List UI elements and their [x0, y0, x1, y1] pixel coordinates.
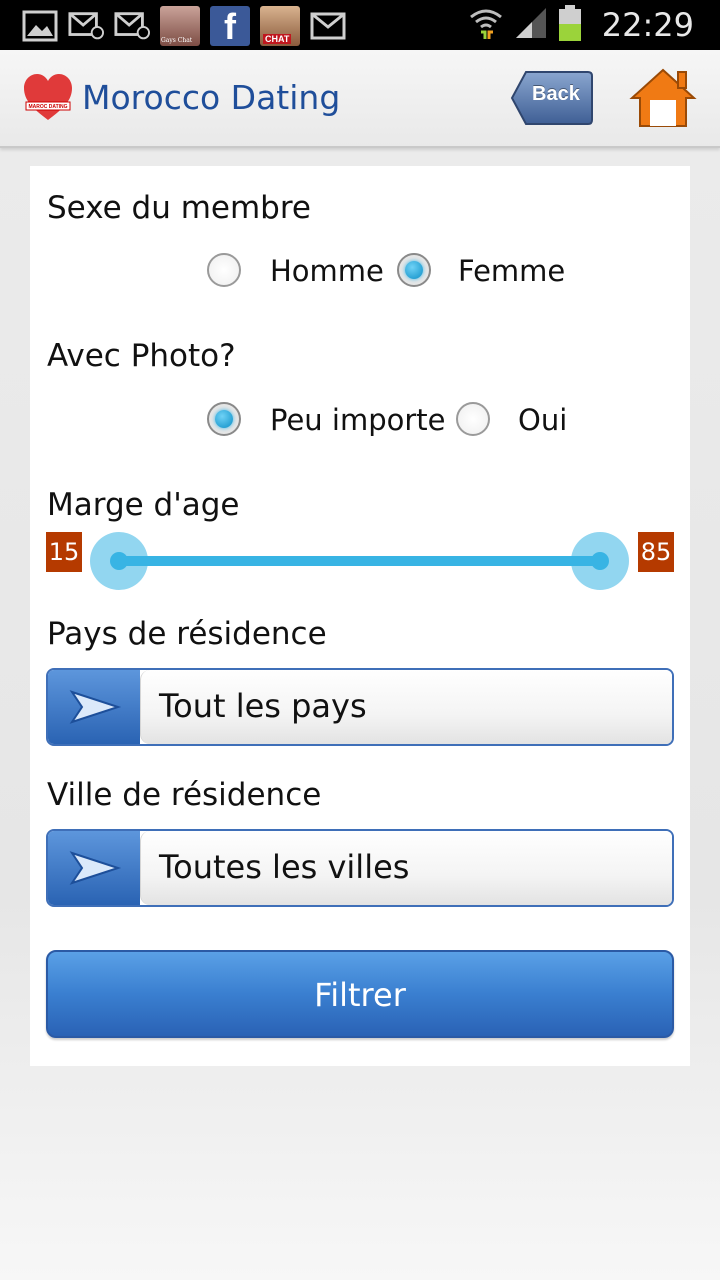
- radio-peu-importe-label[interactable]: Peu importe: [270, 403, 446, 437]
- back-button-label: Back: [532, 83, 580, 105]
- filter-button[interactable]: Filtrer: [46, 950, 674, 1038]
- photo-label: Avec Photo?: [47, 338, 236, 374]
- wifi-icon: [468, 5, 504, 45]
- notification-icons: Gays Chat f CHAT: [22, 6, 346, 46]
- app-title: Morocco Dating: [82, 78, 341, 117]
- city-select-arrow: [48, 831, 140, 905]
- radio-femme[interactable]: [397, 253, 431, 287]
- radio-oui-label[interactable]: Oui: [518, 403, 567, 437]
- battery-icon: [558, 4, 582, 46]
- email-icon: [114, 8, 150, 44]
- radio-homme-label[interactable]: Homme: [270, 254, 384, 288]
- chat-app-icon: CHAT: [260, 6, 300, 46]
- sex-label: Sexe du membre: [47, 190, 311, 226]
- radio-oui[interactable]: [456, 402, 490, 436]
- country-label: Pays de résidence: [47, 616, 327, 652]
- age-max-handle[interactable]: [571, 532, 629, 590]
- send-arrow-icon: [69, 851, 122, 885]
- country-select-arrow: [48, 670, 140, 744]
- facebook-icon: f: [210, 6, 250, 46]
- gays-chat-app-label: Gays Chat: [161, 37, 193, 44]
- age-min-badge: 15: [46, 532, 82, 572]
- send-arrow-icon: [69, 690, 122, 724]
- home-icon: [629, 68, 697, 127]
- gallery-icon: [22, 8, 58, 44]
- country-select-value: Tout les pays: [159, 687, 367, 725]
- age-max-badge: 85: [638, 532, 674, 572]
- app-logo: MAROC DATING: [22, 72, 74, 124]
- signal-icon: [514, 6, 548, 44]
- status-bar: Gays Chat f CHAT 22:29: [0, 0, 720, 50]
- age-range-track[interactable]: [120, 556, 600, 566]
- radio-homme[interactable]: [207, 253, 241, 287]
- filter-button-label: Filtrer: [314, 976, 406, 1014]
- city-select-value: Toutes les villes: [159, 848, 410, 886]
- age-min-handle[interactable]: [90, 532, 148, 590]
- logo-text: MAROC DATING: [28, 104, 67, 110]
- action-bar: MAROC DATING Morocco Dating Back: [0, 50, 720, 148]
- email-icon: [68, 8, 104, 44]
- clock: 22:29: [601, 6, 694, 44]
- email-icon: [310, 8, 346, 44]
- radio-femme-label[interactable]: Femme: [458, 254, 565, 288]
- city-select[interactable]: Toutes les villes: [46, 829, 674, 907]
- filter-card: Sexe du membre Homme Femme Avec Photo? P…: [30, 166, 690, 1066]
- city-select-field: Toutes les villes: [140, 831, 672, 905]
- city-label: Ville de résidence: [47, 777, 322, 813]
- back-button[interactable]: Back: [510, 70, 594, 126]
- gays-chat-app-icon: Gays Chat: [160, 6, 200, 46]
- chat-app-label: CHAT: [263, 34, 292, 44]
- age-range-label: Marge d'age: [47, 487, 240, 523]
- country-select-field: Tout les pays: [140, 670, 672, 744]
- home-button[interactable]: [628, 64, 698, 130]
- radio-peu-importe[interactable]: [207, 402, 241, 436]
- country-select[interactable]: Tout les pays: [46, 668, 674, 746]
- system-status: 22:29: [468, 0, 694, 50]
